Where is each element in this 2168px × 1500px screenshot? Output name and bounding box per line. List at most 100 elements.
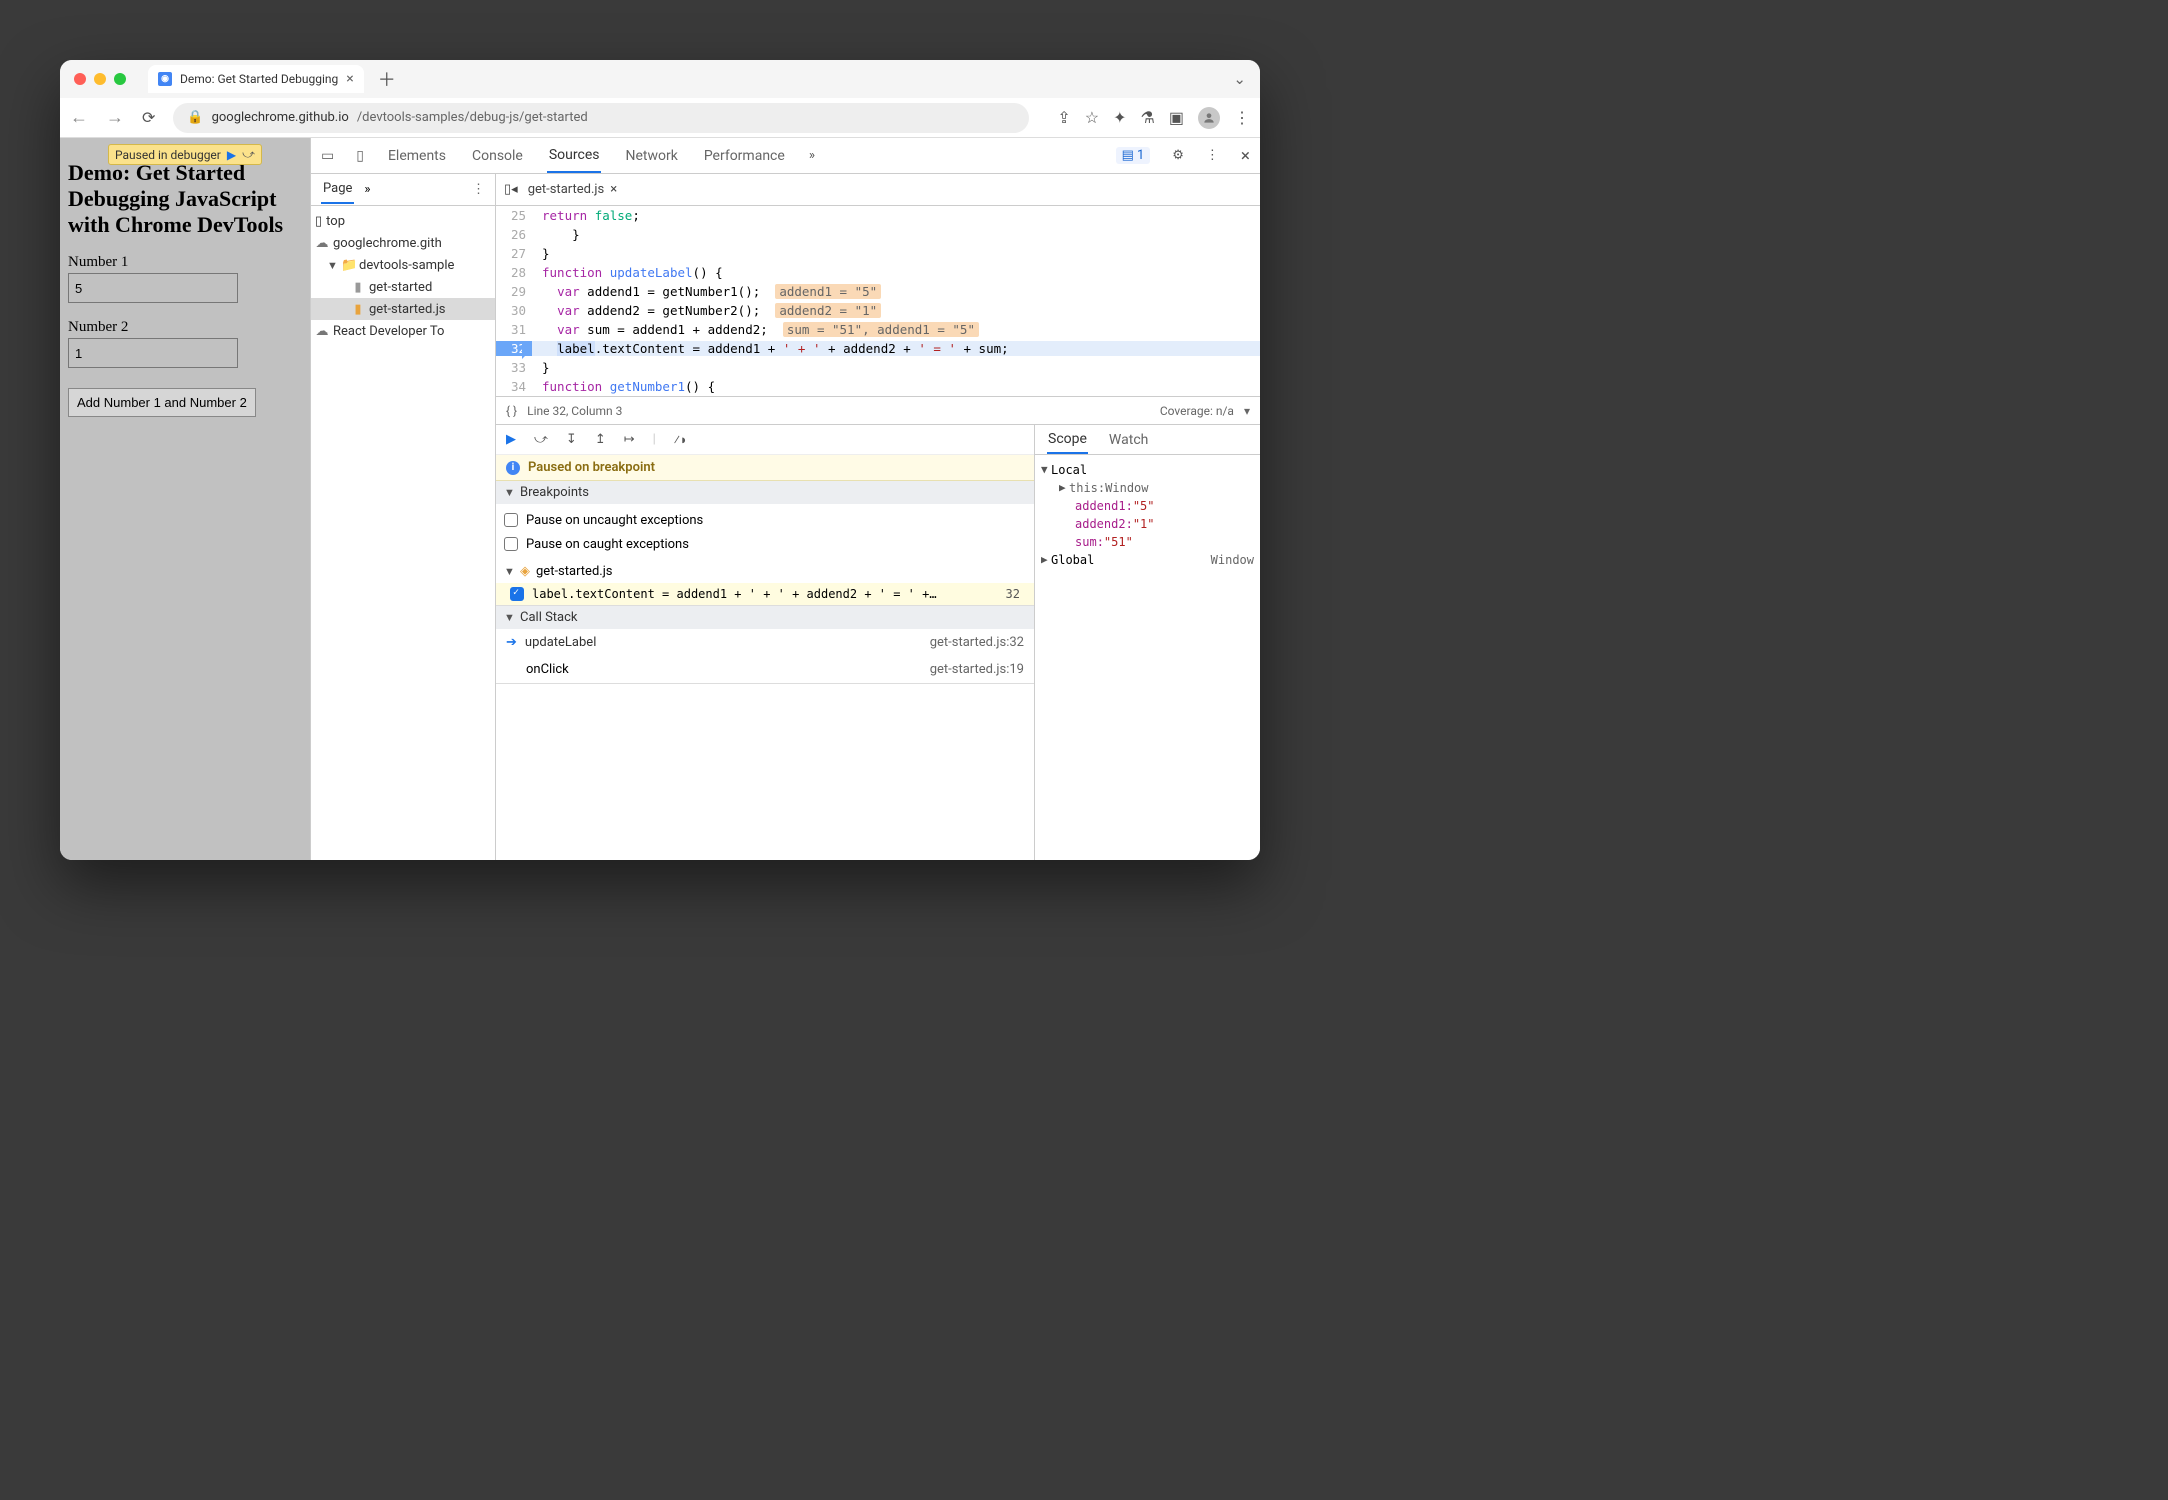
tab-sources[interactable]: Sources	[547, 139, 602, 173]
scope-addend1: addend1: "5"	[1041, 497, 1254, 515]
input-number1[interactable]	[68, 273, 238, 303]
tab-console[interactable]: Console	[470, 140, 525, 172]
breakpoint-line[interactable]: label.textContent = addend1 + ' + ' + ad…	[496, 583, 1034, 605]
profile-avatar[interactable]	[1198, 107, 1220, 129]
scope-this[interactable]: ▶this: Window	[1041, 479, 1254, 497]
step-out-icon[interactable]: ↥	[595, 432, 606, 447]
devtools-tabbar: ▭ ▯ Elements Console Sources Network Per…	[311, 138, 1260, 174]
lock-icon: 🔒	[187, 110, 203, 125]
coverage-label: Coverage: n/a	[1160, 404, 1234, 418]
paused-overlay-label: Paused in debugger	[115, 148, 221, 162]
tree-file-html[interactable]: ▮ get-started	[311, 276, 495, 298]
deactivate-bp-icon[interactable]: ⁄◗	[674, 432, 688, 448]
settings-icon[interactable]: ⚙	[1172, 148, 1184, 163]
scope-local[interactable]: ▼Local	[1041, 461, 1254, 479]
debugger-left: ▶ ⤻ ↧ ↥ ↦ | ⁄◗ i Paused on breakpoint	[496, 425, 1035, 860]
extensions-icon[interactable]: ✦	[1113, 108, 1126, 127]
scope-addend2: addend2: "1"	[1041, 515, 1254, 533]
scope-global[interactable]: ▶GlobalWindow	[1041, 551, 1254, 569]
step-into-icon[interactable]: ↧	[566, 432, 577, 447]
resume-icon[interactable]: ▶	[506, 432, 516, 447]
label-number1: Number 1	[68, 254, 302, 271]
file-tree: ▯ top ☁ googlechrome.gith ▼📁 devtools-sa…	[311, 206, 495, 346]
rendered-page: Paused in debugger ▶ ⤻ Demo: Get Started…	[60, 138, 310, 860]
coverage-dropdown-icon[interactable]: ▾	[1244, 404, 1250, 418]
tab-title: Demo: Get Started Debugging	[180, 72, 338, 86]
browser-tab[interactable]: ◉ Demo: Get Started Debugging ×	[148, 65, 364, 93]
code-editor[interactable]: 25return false; 26 } 27} 28function upda…	[496, 206, 1260, 396]
navigator-more-icon[interactable]: »	[364, 182, 370, 197]
url-path: /devtools-samples/debug-js/get-started	[357, 110, 588, 125]
callstack-frame-1[interactable]: onClickget-started.js:19	[496, 656, 1034, 683]
tab-watch[interactable]: Watch	[1108, 427, 1149, 453]
open-file-tab[interactable]: get-started.js ×	[528, 182, 617, 197]
current-execution-line: 32 label.textContent = addend1 + ' + ' +…	[496, 339, 1260, 358]
close-window-button[interactable]	[74, 73, 86, 85]
back-button[interactable]: ←	[70, 107, 88, 128]
pause-caught-checkbox[interactable]: Pause on caught exceptions	[504, 532, 1026, 556]
close-devtools-icon[interactable]: ×	[1241, 146, 1250, 166]
tabs-more-icon[interactable]: »	[809, 148, 815, 163]
scope-panel: Scope Watch ▼Local ▶this: Window addend1…	[1035, 425, 1260, 860]
tree-folder[interactable]: ▼📁 devtools-sample	[311, 254, 495, 276]
device-icon[interactable]: ▯	[356, 148, 364, 164]
labs-icon[interactable]: ⚗	[1141, 108, 1155, 127]
pause-uncaught-checkbox[interactable]: Pause on uncaught exceptions	[504, 508, 1026, 532]
page-title: Demo: Get Started Debugging JavaScript w…	[68, 160, 302, 238]
pretty-print-icon[interactable]: { }	[506, 404, 517, 418]
close-tab-icon[interactable]: ×	[346, 71, 353, 87]
callstack-section: ▼Call Stack ➔updateLabelget-started.js:3…	[496, 606, 1034, 684]
breakpoint-file[interactable]: ▼◈ get-started.js	[496, 560, 1034, 583]
label-number2: Number 2	[68, 319, 302, 336]
navigator-panel: Page » ⋮ ▯ top ☁ googlechrome.gith ▼📁 de…	[311, 174, 496, 860]
tree-top[interactable]: ▯ top	[311, 210, 495, 232]
tab-favicon: ◉	[158, 72, 172, 86]
tab-elements[interactable]: Elements	[386, 140, 448, 172]
tabs-overflow-icon[interactable]: ⌄	[1233, 70, 1246, 88]
tab-network[interactable]: Network	[623, 140, 679, 172]
breakpoints-header[interactable]: ▼Breakpoints	[496, 481, 1034, 504]
info-icon: i	[506, 461, 520, 475]
paused-banner: i Paused on breakpoint	[496, 455, 1034, 481]
devtools: ▭ ▯ Elements Console Sources Network Per…	[310, 138, 1260, 860]
share-icon[interactable]: ⇪	[1057, 108, 1070, 127]
tree-extension[interactable]: ☁ React Developer To	[311, 320, 495, 342]
tree-file-js[interactable]: ▮ get-started.js	[311, 298, 495, 320]
breakpoints-section: ▼Breakpoints Pause on uncaught exception…	[496, 481, 1034, 606]
add-button[interactable]: Add Number 1 and Number 2	[68, 388, 256, 417]
inspect-icon[interactable]: ▭	[321, 148, 334, 164]
navigator-tab-page[interactable]: Page	[321, 175, 354, 204]
step-over-icon[interactable]: ⤻	[534, 432, 548, 447]
overlay-step-icon[interactable]: ⤻	[242, 147, 255, 162]
callstack-header[interactable]: ▼Call Stack	[496, 606, 1034, 629]
new-tab-button[interactable]: ＋	[374, 66, 400, 92]
tab-scope[interactable]: Scope	[1047, 426, 1088, 454]
minimize-window-button[interactable]	[94, 73, 106, 85]
titlebar: ◉ Demo: Get Started Debugging × ＋ ⌄	[60, 60, 1260, 98]
maximize-window-button[interactable]	[114, 73, 126, 85]
paused-overlay: Paused in debugger ▶ ⤻	[108, 144, 262, 165]
issues-badge[interactable]: ▤ 1	[1116, 147, 1151, 164]
overlay-resume-icon[interactable]: ▶	[227, 148, 236, 162]
reload-button[interactable]: ⟳	[142, 108, 155, 127]
url-host: googlechrome.github.io	[212, 110, 349, 125]
forward-button[interactable]: →	[106, 107, 124, 128]
editor-debugger: ▯◂ get-started.js × 25return false; 26 }…	[496, 174, 1260, 860]
step-icon[interactable]: ↦	[624, 432, 635, 447]
editor-statusbar: { } Line 32, Column 3 Coverage: n/a ▾	[496, 396, 1260, 424]
bookmark-icon[interactable]: ☆	[1085, 108, 1099, 127]
navigator-menu-icon[interactable]: ⋮	[472, 182, 485, 197]
callstack-frame-0[interactable]: ➔updateLabelget-started.js:32	[496, 629, 1034, 656]
close-file-icon[interactable]: ×	[610, 182, 617, 197]
panel-icon[interactable]: ▣	[1169, 108, 1184, 127]
tree-origin[interactable]: ☁ googlechrome.gith	[311, 232, 495, 254]
tab-performance[interactable]: Performance	[702, 140, 787, 172]
input-number2[interactable]	[68, 338, 238, 368]
menu-icon[interactable]: ⋮	[1234, 108, 1250, 127]
address-bar[interactable]: 🔒 googlechrome.github.io/devtools-sample…	[173, 103, 1029, 133]
toggle-navigator-icon[interactable]: ▯◂	[504, 182, 518, 197]
toolbar: ← → ⟳ 🔒 googlechrome.github.io/devtools-…	[60, 98, 1260, 138]
browser-window: ◉ Demo: Get Started Debugging × ＋ ⌄ ← → …	[60, 60, 1260, 860]
scope-sum: sum: "51"	[1041, 533, 1254, 551]
kebab-icon[interactable]: ⋮	[1206, 148, 1219, 163]
